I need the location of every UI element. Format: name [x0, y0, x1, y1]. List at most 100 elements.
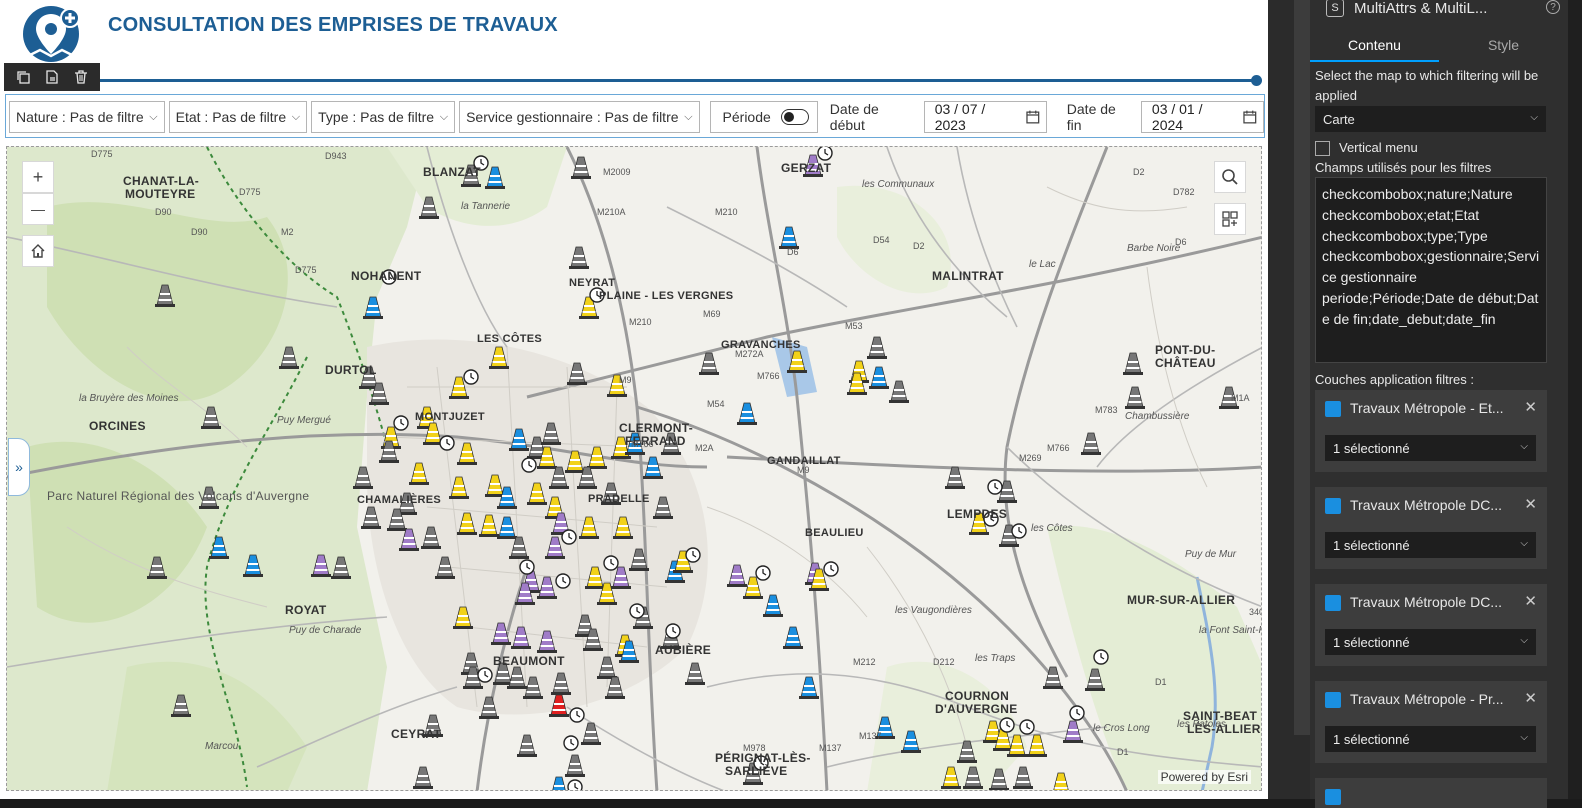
layer-selection-dropdown[interactable]: 1 sélectionné ⌵ [1325, 629, 1536, 655]
map-place-label: DURTOL [325, 363, 377, 377]
map-place-label: le Cros Long [1093, 723, 1150, 734]
work-zone-marker[interactable] [867, 336, 887, 359]
help-icon[interactable]: ? [1546, 0, 1560, 14]
calendar-icon[interactable] [1243, 110, 1257, 124]
layers-label: Couches application filtres : [1315, 372, 1474, 387]
trash-icon[interactable] [69, 66, 93, 88]
map-place-label: Chambussière [1125, 411, 1190, 422]
work-zone-marker[interactable] [413, 766, 433, 789]
clock-icon [555, 573, 571, 589]
filter-row: Nature : Pas de filtre ⌵ Etat : Pas de f… [9, 101, 1264, 133]
layer-card [1315, 778, 1547, 808]
zoom-out-button[interactable]: — [22, 193, 54, 225]
map-place-label: CLERMONT- [619, 421, 694, 435]
clock-icon [1093, 649, 1109, 665]
tab-contenu[interactable]: Contenu [1310, 30, 1439, 62]
work-zone-marker[interactable] [945, 466, 965, 489]
work-zone-marker[interactable] [1081, 432, 1101, 455]
fields-textarea[interactable]: checkcombobox;nature;Nature checkcombobo… [1315, 177, 1547, 363]
map-place-label: Parc Naturel Régional des Volcans d'Auve… [47, 489, 310, 503]
road-label: M9 [619, 375, 632, 385]
road-label: M137 [819, 743, 842, 753]
layer-selection-dropdown[interactable]: 1 sélectionné ⌵ [1325, 532, 1536, 558]
etat-filter-dropdown[interactable]: Etat : Pas de filtre ⌵ [168, 101, 308, 133]
road-label: M69 [703, 309, 721, 319]
nature-filter-dropdown[interactable]: Nature : Pas de filtre ⌵ [9, 101, 165, 133]
type-filter-dropdown[interactable]: Type : Pas de filtre ⌵ [311, 101, 456, 133]
work-zone-marker[interactable] [783, 626, 803, 649]
road-label: M9 [797, 465, 810, 475]
map-view[interactable]: + — Powered by Esri CHANAT-LA- MOUTEYRE BL… [6, 146, 1262, 791]
widget-toolbar [4, 63, 100, 91]
layer-icon [1325, 401, 1341, 417]
powered-by-esri[interactable]: Powered by Esri [1157, 770, 1251, 784]
work-zone-marker[interactable] [889, 380, 909, 403]
app-title: CONSULTATION DES EMPRISES DE TRAVAUX [108, 14, 558, 36]
work-zone-marker[interactable] [779, 226, 799, 249]
duplicate-page-icon[interactable] [40, 66, 64, 88]
calendar-icon[interactable] [1026, 110, 1040, 124]
vertical-menu-checkbox[interactable] [1315, 141, 1330, 156]
work-zone-marker[interactable] [743, 576, 763, 599]
work-zone-marker[interactable] [699, 352, 719, 375]
end-date-input[interactable]: 03 / 01 / 2024 [1140, 101, 1264, 133]
work-zone-marker[interactable] [1063, 720, 1083, 743]
layer-card: Travaux Métropole DC... ✕ 1 sélectionné … [1315, 584, 1547, 666]
map-place-label: MONTJUZET [415, 411, 485, 423]
road-label: M272A [735, 349, 764, 359]
panel-scrollbar[interactable] [1568, 0, 1582, 799]
road-label: M54 [707, 399, 725, 409]
map-select-label: Select the map to which filtering will b… [1315, 68, 1539, 103]
work-zone-marker[interactable] [565, 754, 585, 777]
work-zone-marker[interactable] [1051, 772, 1071, 791]
work-zone-marker[interactable] [727, 564, 747, 587]
search-button[interactable] [1214, 161, 1246, 193]
close-icon[interactable]: ✕ [1524, 592, 1537, 610]
map-place-label: les Patoles [1177, 719, 1226, 730]
map-place-label: Marcou [205, 741, 239, 752]
close-icon[interactable]: ✕ [1524, 495, 1537, 513]
work-zone-marker[interactable] [569, 246, 589, 269]
layer-name: Travaux Métropole - Pr... [1350, 691, 1504, 707]
layer-selection-dropdown[interactable]: 1 sélectionné ⌵ [1325, 435, 1536, 461]
work-zone-marker[interactable] [869, 366, 889, 389]
layer-selection-dropdown[interactable]: 1 sélectionné ⌵ [1325, 726, 1536, 752]
map-select-value: Carte [1323, 111, 1355, 127]
road-label: M766 [757, 371, 780, 381]
work-zone-marker[interactable] [1027, 734, 1047, 757]
close-icon[interactable]: ✕ [1524, 689, 1537, 707]
expand-sidebar-button[interactable]: » [8, 438, 30, 496]
work-zone-marker[interactable] [549, 776, 569, 791]
work-zone-marker[interactable] [1125, 386, 1145, 409]
road-label: M2 [281, 227, 294, 237]
work-zone-marker[interactable] [799, 676, 819, 699]
canvas-scrollbar[interactable] [1294, 0, 1310, 735]
chevron-down-icon: ⌵ [684, 111, 693, 123]
map-place-label: la Tannerie [461, 201, 511, 212]
map-place-label: PÉRIGNAT-LÈS- [715, 751, 811, 765]
close-icon[interactable]: ✕ [1524, 398, 1537, 416]
copy-icon[interactable] [11, 66, 35, 88]
road-label: D1 [1155, 677, 1167, 687]
clock-icon [563, 735, 579, 751]
work-zone-marker[interactable] [737, 402, 757, 425]
select-features-button[interactable] [1214, 203, 1246, 235]
map-select[interactable]: Carte ⌵ [1315, 106, 1546, 132]
zoom-in-button[interactable]: + [22, 161, 54, 193]
work-zone-marker[interactable] [1013, 766, 1033, 789]
home-button[interactable] [22, 235, 54, 267]
period-toggle[interactable] [780, 109, 809, 125]
basemap [7, 147, 1261, 791]
work-zone-marker[interactable] [1123, 352, 1143, 375]
map-place-label: D'AUVERGNE [935, 702, 1018, 716]
clock-icon [567, 779, 583, 790]
tab-style[interactable]: Style [1439, 30, 1568, 62]
service-filter-dropdown[interactable]: Service gestionnaire : Pas de filtre ⌵ [459, 101, 700, 133]
work-zone-marker[interactable] [685, 662, 705, 685]
map-place-label: AUBIÈRE [655, 643, 712, 657]
divider-handle[interactable] [1251, 75, 1262, 86]
work-zone-marker[interactable] [763, 594, 783, 617]
work-zone-marker[interactable] [517, 734, 537, 757]
start-date-input[interactable]: 03 / 07 / 2023 [923, 101, 1047, 133]
etat-filter-label: Etat : Pas de filtre [175, 109, 287, 125]
